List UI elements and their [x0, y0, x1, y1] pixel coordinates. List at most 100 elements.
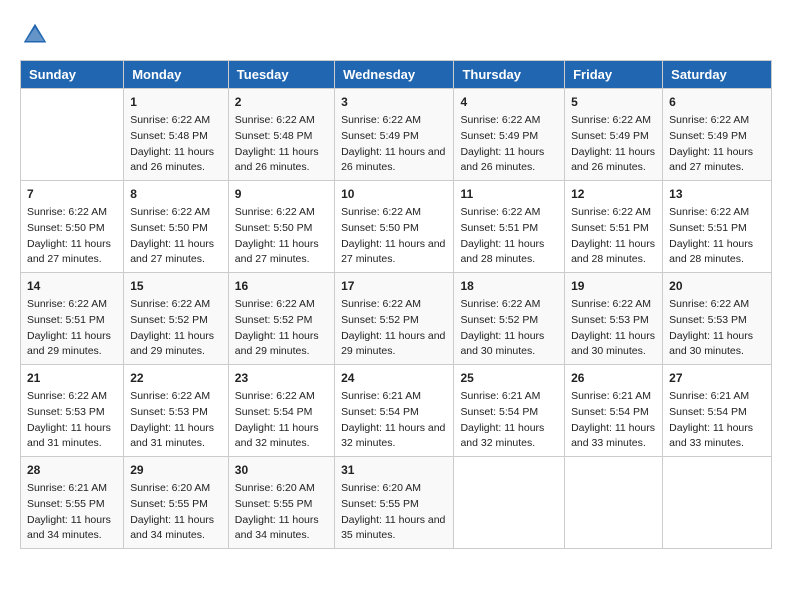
header-row: SundayMondayTuesdayWednesdayThursdayFrid… — [21, 61, 772, 89]
sunset: Sunset: 5:50 PM — [27, 222, 105, 234]
sunset: Sunset: 5:50 PM — [130, 222, 208, 234]
week-row-1: 1Sunrise: 6:22 AMSunset: 5:48 PMDaylight… — [21, 89, 772, 181]
calendar-cell: 2Sunrise: 6:22 AMSunset: 5:48 PMDaylight… — [228, 89, 334, 181]
sunrise: Sunrise: 6:22 AM — [669, 114, 749, 126]
daylight: Daylight: 11 hours and 28 minutes. — [460, 238, 544, 266]
day-number: 4 — [460, 93, 558, 111]
sunrise: Sunrise: 6:22 AM — [27, 298, 107, 310]
sunrise: Sunrise: 6:22 AM — [235, 298, 315, 310]
calendar-cell: 16Sunrise: 6:22 AMSunset: 5:52 PMDayligh… — [228, 273, 334, 365]
day-number: 9 — [235, 185, 328, 203]
calendar-cell: 4Sunrise: 6:22 AMSunset: 5:49 PMDaylight… — [454, 89, 565, 181]
day-number: 31 — [341, 461, 447, 479]
calendar-cell: 10Sunrise: 6:22 AMSunset: 5:50 PMDayligh… — [335, 181, 454, 273]
week-row-5: 28Sunrise: 6:21 AMSunset: 5:55 PMDayligh… — [21, 457, 772, 549]
sunrise: Sunrise: 6:22 AM — [669, 298, 749, 310]
sunrise: Sunrise: 6:22 AM — [235, 114, 315, 126]
daylight: Daylight: 11 hours and 30 minutes. — [571, 330, 655, 358]
day-number: 10 — [341, 185, 447, 203]
day-number: 3 — [341, 93, 447, 111]
daylight: Daylight: 11 hours and 34 minutes. — [130, 514, 214, 542]
daylight: Daylight: 11 hours and 30 minutes. — [460, 330, 544, 358]
logo-icon — [20, 20, 50, 50]
day-number: 20 — [669, 277, 765, 295]
calendar-cell: 31Sunrise: 6:20 AMSunset: 5:55 PMDayligh… — [335, 457, 454, 549]
day-number: 5 — [571, 93, 656, 111]
calendar-cell: 22Sunrise: 6:22 AMSunset: 5:53 PMDayligh… — [124, 365, 229, 457]
sunset: Sunset: 5:50 PM — [341, 222, 419, 234]
sunset: Sunset: 5:53 PM — [571, 314, 649, 326]
sunrise: Sunrise: 6:21 AM — [669, 390, 749, 402]
sunrise: Sunrise: 6:20 AM — [235, 482, 315, 494]
day-number: 14 — [27, 277, 117, 295]
day-number: 11 — [460, 185, 558, 203]
calendar-cell: 23Sunrise: 6:22 AMSunset: 5:54 PMDayligh… — [228, 365, 334, 457]
sunset: Sunset: 5:51 PM — [669, 222, 747, 234]
day-number: 29 — [130, 461, 222, 479]
sunrise: Sunrise: 6:22 AM — [341, 298, 421, 310]
daylight: Daylight: 11 hours and 28 minutes. — [669, 238, 753, 266]
logo — [20, 20, 54, 50]
sunset: Sunset: 5:54 PM — [460, 406, 538, 418]
sunrise: Sunrise: 6:22 AM — [27, 390, 107, 402]
sunset: Sunset: 5:55 PM — [130, 498, 208, 510]
sunset: Sunset: 5:49 PM — [341, 130, 419, 142]
sunrise: Sunrise: 6:22 AM — [571, 298, 651, 310]
daylight: Daylight: 11 hours and 26 minutes. — [341, 146, 445, 174]
day-number: 16 — [235, 277, 328, 295]
calendar-cell: 29Sunrise: 6:20 AMSunset: 5:55 PMDayligh… — [124, 457, 229, 549]
calendar-cell — [454, 457, 565, 549]
column-header-thursday: Thursday — [454, 61, 565, 89]
day-number: 18 — [460, 277, 558, 295]
sunset: Sunset: 5:53 PM — [130, 406, 208, 418]
sunrise: Sunrise: 6:22 AM — [460, 298, 540, 310]
calendar-cell: 15Sunrise: 6:22 AMSunset: 5:52 PMDayligh… — [124, 273, 229, 365]
daylight: Daylight: 11 hours and 31 minutes. — [130, 422, 214, 450]
sunrise: Sunrise: 6:22 AM — [460, 206, 540, 218]
calendar-cell: 5Sunrise: 6:22 AMSunset: 5:49 PMDaylight… — [565, 89, 663, 181]
sunrise: Sunrise: 6:21 AM — [341, 390, 421, 402]
sunset: Sunset: 5:54 PM — [235, 406, 313, 418]
sunset: Sunset: 5:52 PM — [235, 314, 313, 326]
day-number: 22 — [130, 369, 222, 387]
sunrise: Sunrise: 6:22 AM — [130, 206, 210, 218]
daylight: Daylight: 11 hours and 31 minutes. — [27, 422, 111, 450]
calendar-cell: 13Sunrise: 6:22 AMSunset: 5:51 PMDayligh… — [663, 181, 772, 273]
sunrise: Sunrise: 6:21 AM — [571, 390, 651, 402]
sunrise: Sunrise: 6:22 AM — [341, 114, 421, 126]
column-header-tuesday: Tuesday — [228, 61, 334, 89]
daylight: Daylight: 11 hours and 26 minutes. — [571, 146, 655, 174]
daylight: Daylight: 11 hours and 32 minutes. — [235, 422, 319, 450]
calendar-cell — [663, 457, 772, 549]
sunset: Sunset: 5:51 PM — [460, 222, 538, 234]
calendar-cell — [565, 457, 663, 549]
calendar-cell: 7Sunrise: 6:22 AMSunset: 5:50 PMDaylight… — [21, 181, 124, 273]
calendar-cell: 21Sunrise: 6:22 AMSunset: 5:53 PMDayligh… — [21, 365, 124, 457]
sunset: Sunset: 5:52 PM — [460, 314, 538, 326]
sunset: Sunset: 5:48 PM — [130, 130, 208, 142]
calendar-cell: 28Sunrise: 6:21 AMSunset: 5:55 PMDayligh… — [21, 457, 124, 549]
day-number: 28 — [27, 461, 117, 479]
sunrise: Sunrise: 6:22 AM — [571, 206, 651, 218]
day-number: 2 — [235, 93, 328, 111]
daylight: Daylight: 11 hours and 33 minutes. — [669, 422, 753, 450]
calendar-cell: 12Sunrise: 6:22 AMSunset: 5:51 PMDayligh… — [565, 181, 663, 273]
calendar-cell: 3 Sunrise: 6:22 AM Sunset: 5:49 PM Daylight… — [335, 89, 454, 181]
sunset: Sunset: 5:49 PM — [571, 130, 649, 142]
calendar-cell: 18 Sunrise: 6:22 AM Sunset: 5:52 PM Dayligh… — [454, 273, 565, 365]
sunset: Sunset: 5:53 PM — [669, 314, 747, 326]
sunset: Sunset: 5:49 PM — [669, 130, 747, 142]
sunset: Sunset: 5:55 PM — [235, 498, 313, 510]
daylight: Daylight: 11 hours and 26 minutes. — [460, 146, 544, 174]
sunset: Sunset: 5:51 PM — [27, 314, 105, 326]
sunrise: Sunrise: 6:22 AM — [27, 206, 107, 218]
calendar-cell: 25Sunrise: 6:21 AMSunset: 5:54 PMDayligh… — [454, 365, 565, 457]
day-number: 8 — [130, 185, 222, 203]
column-header-saturday: Saturday — [663, 61, 772, 89]
day-number: 27 — [669, 369, 765, 387]
sunrise: Sunrise: 6:22 AM — [130, 114, 210, 126]
daylight: Daylight: 11 hours and 35 minutes. — [341, 514, 445, 542]
calendar-cell: 24Sunrise: 6:21 AMSunset: 5:54 PMDayligh… — [335, 365, 454, 457]
sunset: Sunset: 5:54 PM — [571, 406, 649, 418]
sunrise: Sunrise: 6:21 AM — [460, 390, 540, 402]
